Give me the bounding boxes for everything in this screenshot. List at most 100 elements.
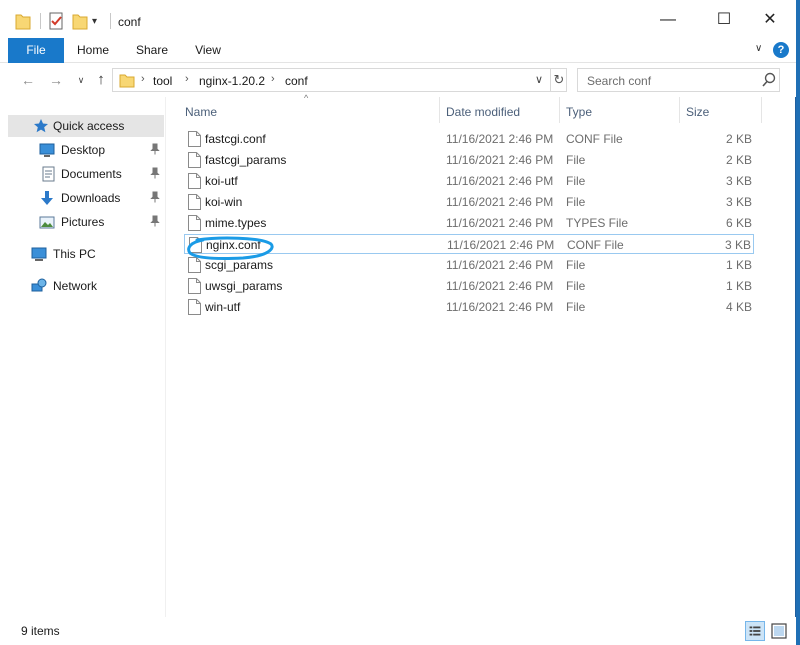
address-history-dropdown-icon[interactable]: ∨ — [535, 73, 543, 86]
file-size: 2 KB — [725, 153, 752, 167]
file-icon — [188, 194, 201, 210]
file-row[interactable]: fastcgi.conf 11/16/2021 2:46 PM CONF File 2… — [184, 129, 754, 149]
file-row[interactable]: win-utf 11/16/2021 2:46 PM File 4 KB — [184, 297, 754, 317]
pictures-icon — [39, 216, 55, 229]
title-bar: ▾ conf — ☐ ✕ — [0, 0, 796, 38]
help-icon[interactable]: ? — [773, 42, 789, 58]
sidebar-item-label: Documents — [61, 167, 122, 181]
navigation-bar: ← → ∨ ↑ › tool › nginx-1.20.2 › conf ∨ ↻… — [0, 63, 796, 97]
sidebar-item-downloads[interactable]: Downloads — [0, 187, 164, 209]
breadcrumb-separator-icon[interactable]: › — [271, 73, 275, 85]
file-type: File — [566, 195, 586, 209]
sidebar-item-desktop[interactable]: Desktop — [0, 139, 164, 161]
title-separator — [110, 13, 111, 29]
search-input[interactable]: Search conf — [577, 68, 780, 92]
pin-icon[interactable] — [150, 143, 160, 155]
folder-icon — [119, 74, 135, 88]
expand-ribbon-icon[interactable]: ∨ — [755, 43, 762, 54]
file-name: win-utf — [205, 300, 241, 314]
column-header-type[interactable]: Type — [560, 99, 678, 123]
file-row[interactable]: uwsgi_params 11/16/2021 2:46 PM File 1 KB — [184, 276, 754, 296]
column-header-label: Type — [566, 105, 593, 119]
pin-icon[interactable] — [150, 191, 160, 203]
file-list: ^ Name Date modified Type Size fastcgi.c… — [176, 93, 796, 617]
sidebar-item-label: Network — [53, 279, 98, 293]
breadcrumb-nginx[interactable]: nginx-1.20.2 — [199, 74, 265, 88]
file-date-modified: 11/16/2021 2:46 PM — [446, 195, 554, 209]
search-placeholder: Search conf — [587, 74, 652, 88]
pin-icon[interactable] — [150, 167, 160, 179]
column-header-name[interactable]: Name — [176, 99, 438, 123]
file-name: fastcgi.conf — [205, 132, 266, 146]
column-divider[interactable] — [761, 97, 762, 123]
documents-icon — [42, 166, 55, 182]
file-icon — [188, 131, 201, 147]
address-bar[interactable]: › tool › nginx-1.20.2 › conf ∨ ↻ — [112, 68, 567, 92]
file-type: File — [566, 174, 586, 188]
status-bar: 9 items — [0, 617, 796, 645]
minimize-button[interactable]: — — [653, 8, 683, 32]
file-size: 4 KB — [725, 300, 752, 314]
tab-home[interactable]: Home — [72, 38, 114, 63]
customize-toolbar-dropdown-icon[interactable]: ▾ — [92, 16, 102, 36]
file-type: CONF File — [566, 132, 623, 146]
sidebar-item-label: This PC — [53, 247, 96, 261]
file-size: 1 KB — [725, 258, 752, 272]
refresh-icon[interactable]: ↻ — [550, 69, 567, 91]
file-row[interactable]: fastcgi_params 11/16/2021 2:46 PM File 2 KB — [184, 150, 754, 170]
file-icon — [188, 215, 201, 231]
up-arrow-icon[interactable]: ↑ — [92, 71, 110, 89]
file-date-modified: 11/16/2021 2:46 PM — [446, 279, 554, 293]
file-date-modified: 11/16/2021 2:46 PM — [446, 153, 554, 167]
file-date-modified: 11/16/2021 2:46 PM — [446, 174, 554, 188]
new-folder-icon[interactable] — [71, 11, 89, 31]
desktop-background — [796, 0, 800, 645]
file-size: 2 KB — [725, 132, 752, 146]
forward-arrow-icon[interactable]: → — [47, 71, 65, 89]
tab-view[interactable]: View — [188, 38, 228, 63]
sidebar-item-network[interactable]: Network — [0, 275, 164, 297]
file-type: File — [566, 258, 586, 272]
search-icon[interactable] — [761, 72, 777, 88]
folder-icon[interactable] — [14, 11, 32, 31]
sidebar-item-quick-access[interactable]: Quick access — [8, 115, 164, 137]
file-row[interactable]: koi-win 11/16/2021 2:46 PM File 3 KB — [184, 192, 754, 212]
file-type: File — [566, 300, 586, 314]
pin-icon[interactable] — [150, 215, 160, 227]
computer-icon — [31, 247, 47, 261]
sidebar-item-pictures[interactable]: Pictures — [0, 211, 164, 233]
file-size: 6 KB — [725, 216, 752, 230]
sidebar-item-documents[interactable]: Documents — [0, 163, 164, 185]
file-size: 1 KB — [725, 279, 752, 293]
file-size: 3 KB — [724, 238, 751, 252]
file-type: File — [566, 279, 586, 293]
file-icon — [188, 173, 201, 189]
maximize-button[interactable]: ☐ — [709, 8, 739, 32]
breadcrumb-separator-icon[interactable]: › — [185, 73, 189, 85]
recent-locations-chevron-icon[interactable]: ∨ — [72, 71, 90, 89]
file-row[interactable]: koi-utf 11/16/2021 2:46 PM File 3 KB — [184, 171, 754, 191]
sidebar-item-this-pc[interactable]: This PC — [0, 243, 164, 265]
sidebar-item-label: Desktop — [61, 143, 106, 157]
breadcrumb-separator-icon[interactable]: › — [141, 73, 145, 85]
sidebar-item-label: Downloads — [61, 191, 121, 205]
column-header-size[interactable]: Size — [680, 99, 760, 123]
file-size: 3 KB — [725, 195, 752, 209]
window-title: conf — [118, 15, 141, 29]
navigation-pane: Quick access Desktop Documents Downloads… — [0, 97, 166, 617]
file-date-modified: 11/16/2021 2:46 PM — [446, 300, 554, 314]
tab-share[interactable]: Share — [132, 38, 172, 63]
details-view-icon[interactable] — [745, 621, 765, 641]
close-button[interactable]: ✕ — [755, 8, 785, 32]
column-header-date-modified[interactable]: Date modified — [440, 99, 558, 123]
properties-icon[interactable] — [47, 11, 65, 31]
large-icons-view-icon[interactable] — [769, 621, 789, 641]
breadcrumb-tool[interactable]: tool — [153, 74, 172, 88]
file-type: TYPES File — [566, 216, 629, 230]
breadcrumb-conf[interactable]: conf — [285, 74, 308, 88]
back-arrow-icon[interactable]: ← — [19, 71, 37, 89]
title-separator — [40, 13, 41, 29]
tab-file[interactable]: File — [8, 38, 64, 63]
file-row[interactable]: mime.types 11/16/2021 2:46 PM TYPES File 6 … — [184, 213, 754, 233]
ribbon-tabs: File Home Share View ∨ ? — [0, 38, 796, 63]
